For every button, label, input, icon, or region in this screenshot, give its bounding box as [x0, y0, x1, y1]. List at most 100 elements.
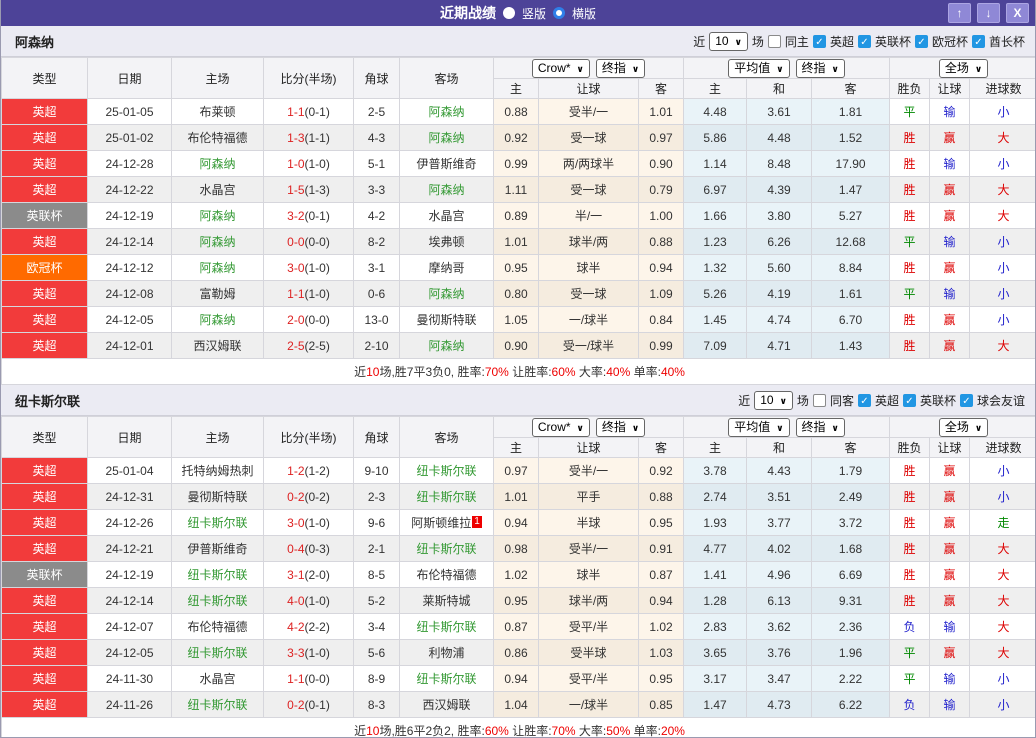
close-button[interactable]: X — [1006, 3, 1029, 23]
match-date-cell: 24-12-28 — [88, 151, 172, 177]
scope-select[interactable]: 全场∨ — [939, 59, 988, 78]
halftime-score: (2-2) — [305, 620, 330, 634]
scope-select[interactable]: 全场∨ — [939, 418, 988, 437]
away-team-cell: 阿森纳 — [400, 125, 494, 151]
match-row: 英超24-12-14纽卡斯尔联4-0(1-0)5-2莱斯特城0.95球半/两0.… — [2, 588, 1036, 614]
average-time-select[interactable]: 终指∨ — [796, 418, 845, 437]
home-team-cell: 富勒姆 — [172, 281, 264, 307]
halftime-score: (1-0) — [305, 646, 330, 660]
same-venue-checkbox[interactable] — [813, 394, 826, 407]
chevron-down-icon: ∨ — [577, 64, 584, 74]
fulltime-score: 0-2 — [287, 698, 304, 712]
handicap-result-cell: 赢 — [930, 588, 970, 614]
select-value: 终指 — [802, 61, 826, 75]
home-odds-cell: 0.95 — [494, 588, 539, 614]
handicap-cell: 球半 — [539, 255, 639, 281]
handicap-result-cell: 赢 — [930, 333, 970, 359]
home-odds-cell: 0.80 — [494, 281, 539, 307]
win-loss-cell: 胜 — [890, 307, 930, 333]
odds-time-select[interactable]: 终指∨ — [596, 418, 645, 437]
away-odds-cell: 0.85 — [639, 692, 684, 718]
home-odds-cell: 0.94 — [494, 666, 539, 692]
summary-stat-label: 单率: — [630, 365, 661, 379]
win-loss-cell: 胜 — [890, 177, 930, 203]
chevron-down-icon: ∨ — [975, 64, 982, 74]
summary-stat-label: 胜率: — [457, 724, 484, 738]
avg-away-cell: 8.84 — [812, 255, 890, 281]
move-up-button[interactable]: ↑ — [948, 3, 971, 23]
away-team-cell: 布伦特福德 — [400, 562, 494, 588]
goals-result-cell: 小 — [970, 99, 1036, 125]
score-cell: 3-1(2-0) — [264, 562, 354, 588]
handicap-result-cell: 输 — [930, 666, 970, 692]
column-header: 类型 — [2, 58, 88, 99]
league-checkbox[interactable]: ✓ — [813, 35, 826, 48]
league-checkbox[interactable]: ✓ — [903, 394, 916, 407]
avg-away-cell: 6.70 — [812, 307, 890, 333]
average-select[interactable]: 平均值∨ — [728, 418, 789, 437]
away-odds-cell: 0.84 — [639, 307, 684, 333]
away-odds-cell: 0.95 — [639, 510, 684, 536]
summary-stat-value: 10 — [366, 724, 379, 738]
corners-cell: 3-1 — [354, 255, 400, 281]
win-loss-cell: 胜 — [890, 562, 930, 588]
goals-result-cell: 小 — [970, 281, 1036, 307]
halftime-score: (1-1) — [305, 131, 330, 145]
league-checkbox[interactable]: ✓ — [858, 394, 871, 407]
league-checkbox[interactable]: ✓ — [915, 35, 928, 48]
match-row: 欧冠杯24-12-12阿森纳3-0(1-0)3-1摩纳哥0.95球半0.941.… — [2, 255, 1036, 281]
odds-source-select[interactable]: Crow* ∨ — [532, 418, 590, 437]
win-loss-cell: 胜 — [890, 510, 930, 536]
handicap-result-cell: 赢 — [930, 510, 970, 536]
halftime-score: (1-0) — [305, 516, 330, 530]
chevron-down-icon: ∨ — [776, 423, 783, 433]
avg-away-cell: 3.72 — [812, 510, 890, 536]
win-loss-cell: 胜 — [890, 484, 930, 510]
corners-cell: 2-1 — [354, 536, 400, 562]
same-venue-checkbox[interactable] — [768, 35, 781, 48]
home-team-cell: 水晶宫 — [172, 177, 264, 203]
match-row: 英超24-12-05纽卡斯尔联3-3(1-0)5-6利物浦0.86受半球1.03… — [2, 640, 1036, 666]
league-checkbox[interactable]: ✓ — [858, 35, 871, 48]
avg-draw-cell: 3.62 — [747, 614, 812, 640]
away-team-cell: 纽卡斯尔联 — [400, 484, 494, 510]
horizontal-layout-radio[interactable] — [553, 7, 565, 19]
handicap-cell: 受半/一 — [539, 536, 639, 562]
win-loss-cell: 胜 — [890, 536, 930, 562]
sub-column-header: 客 — [812, 438, 890, 458]
odds-time-select[interactable]: 终指∨ — [596, 59, 645, 78]
home-team-cell: 托特纳姆热刺 — [172, 458, 264, 484]
corners-cell: 9-10 — [354, 458, 400, 484]
league-checkbox[interactable]: ✓ — [972, 35, 985, 48]
summary-stat-value: 40% — [606, 365, 630, 379]
match-type-cell: 英联杯 — [2, 562, 88, 588]
select-value: Crow* — [538, 420, 571, 434]
recent-count-select[interactable]: 10∨ — [754, 391, 793, 410]
move-down-button[interactable]: ↓ — [977, 3, 1000, 23]
fulltime-score: 0-4 — [287, 542, 304, 556]
recent-count-select[interactable]: 10∨ — [709, 32, 748, 51]
average-time-select[interactable]: 终指∨ — [796, 59, 845, 78]
summary-stat-label: 近 — [354, 724, 366, 738]
match-type-cell: 英超 — [2, 692, 88, 718]
home-odds-cell: 1.01 — [494, 229, 539, 255]
handicap-result-cell: 输 — [930, 151, 970, 177]
sub-column-header: 和 — [747, 438, 812, 458]
fulltime-score: 1-2 — [287, 464, 304, 478]
avg-home-cell: 1.23 — [684, 229, 747, 255]
odds-source-select[interactable]: Crow*∨ — [532, 59, 590, 78]
chevron-down-icon: ∨ — [577, 423, 584, 433]
avg-home-cell: 3.78 — [684, 458, 747, 484]
handicap-cell: 球半 — [539, 562, 639, 588]
average-select[interactable]: 平均值∨ — [728, 59, 789, 78]
handicap-cell: 受一球 — [539, 177, 639, 203]
league-label: 英超 — [875, 392, 899, 409]
column-header: 日期 — [88, 58, 172, 99]
league-checkbox[interactable]: ✓ — [960, 394, 973, 407]
home-team-cell: 水晶宫 — [172, 666, 264, 692]
match-type-cell: 英超 — [2, 177, 88, 203]
vertical-layout-radio[interactable] — [503, 7, 515, 19]
score-cell: 3-0(1-0) — [264, 510, 354, 536]
avg-home-cell: 5.86 — [684, 125, 747, 151]
sub-column-header: 和 — [747, 79, 812, 99]
